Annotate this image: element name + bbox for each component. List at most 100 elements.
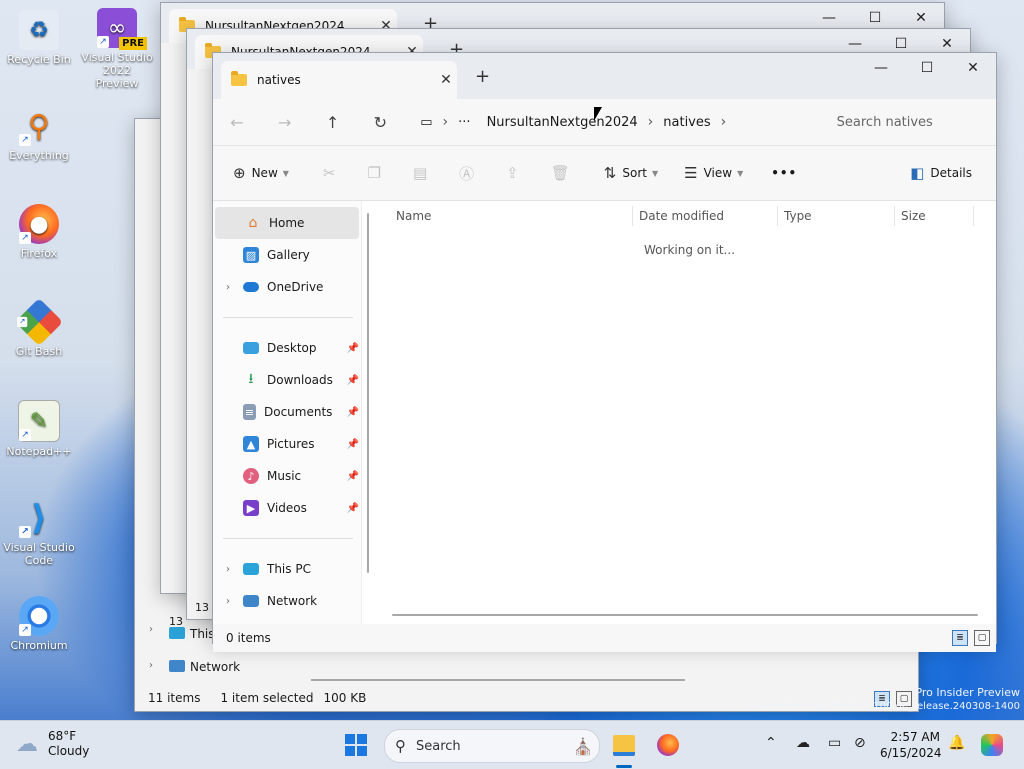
taskbar-search[interactable]: ⚲ Search ⛪ xyxy=(384,729,600,763)
desktop-icon-chromium[interactable]: ↗ Chromium xyxy=(3,596,75,652)
nav-item-music[interactable]: ♪ Music 📌 xyxy=(213,460,361,492)
desktop-icon-recycle-bin[interactable]: ♻ Recycle Bin xyxy=(3,10,75,66)
column-header-size[interactable]: Size xyxy=(895,206,974,226)
document-icon: ≡ xyxy=(243,404,256,420)
nav-item-videos[interactable]: ▶ Videos 📌 xyxy=(213,492,361,524)
details-view-icon[interactable]: ≣ xyxy=(952,630,968,646)
nav-item-pictures[interactable]: ▲ Pictures 📌 xyxy=(213,428,361,460)
taskbar-firefox[interactable] xyxy=(652,729,684,761)
desktop-icon-everything[interactable]: ⚲ ↗ Everything xyxy=(3,106,75,162)
desktop-icon-firefox[interactable]: ● ↗ Firefox xyxy=(3,204,75,260)
share-button[interactable]: ⇪ xyxy=(506,164,525,182)
minimize-icon[interactable]: — xyxy=(858,53,904,83)
pin-icon[interactable]: 📌 xyxy=(347,439,359,450)
nav-item-documents[interactable]: ≡ Documents 📌 xyxy=(213,396,361,428)
system-clock[interactable]: 2:57 AM 6/15/2024 xyxy=(880,729,942,761)
tab-title: natives xyxy=(257,73,301,87)
file-list[interactable]: Name Date modified Type Size Working on … xyxy=(362,201,996,624)
cut-button[interactable]: ✂ xyxy=(323,164,342,182)
weather-widget[interactable]: ☁ 68°F Cloudy xyxy=(16,729,89,759)
tiles-view-icon[interactable]: ▢ xyxy=(974,630,990,646)
network-status-icon[interactable]: ⊘ xyxy=(854,735,866,751)
nav-item-desktop[interactable]: Desktop 📌 xyxy=(213,332,361,364)
nav-label: Gallery xyxy=(267,248,310,262)
nav-item-home[interactable]: ⌂ Home xyxy=(215,207,359,239)
sort-button[interactable]: ⇅ Sort ▼ xyxy=(604,164,658,182)
forward-arrow-icon[interactable]: → xyxy=(261,113,309,132)
copilot-button[interactable] xyxy=(976,729,1008,761)
show-hidden-icons[interactable]: ⌃ xyxy=(765,735,777,751)
cloud-icon: ☁ xyxy=(16,731,38,757)
expand-chevron-icon[interactable]: › xyxy=(149,624,153,635)
monitor-icon[interactable]: ▭ xyxy=(420,115,432,130)
expand-chevron-icon[interactable]: › xyxy=(213,564,243,575)
shortcut-arrow-icon: ↗ xyxy=(19,624,31,636)
desktop-icon-label: Visual Studio 2022 Preview xyxy=(81,51,153,90)
onedrive-offline-icon[interactable]: ☁ xyxy=(796,735,810,751)
maximize-icon[interactable]: ☐ xyxy=(904,53,950,83)
tab-natives[interactable]: natives ✕ xyxy=(221,61,457,99)
nav-label: Pictures xyxy=(267,437,315,451)
column-header-name[interactable]: Name xyxy=(390,206,633,226)
chevron-right-icon[interactable]: › xyxy=(721,114,727,130)
rename-button[interactable]: Ⓐ xyxy=(459,163,480,184)
start-button[interactable] xyxy=(340,729,372,761)
nav-item-this-pc[interactable]: › This PC xyxy=(213,553,361,585)
up-arrow-icon[interactable]: ↑ xyxy=(309,113,357,132)
taskbar: ☁ 68°F Cloudy ⚲ Search ⛪ ⌃ ☁ ▭ ⊘ 2:57 AM… xyxy=(0,720,1024,769)
view-button[interactable]: ☰ View ▼ xyxy=(684,164,743,182)
nav-label: Downloads xyxy=(267,373,333,387)
expand-chevron-icon[interactable]: › xyxy=(213,282,243,293)
notification-bell-icon[interactable]: 🔔 xyxy=(948,735,965,751)
details-button[interactable]: ◧ Details xyxy=(910,164,972,182)
desktop-folder-icon xyxy=(243,342,259,354)
display-icon[interactable]: ▭ xyxy=(828,735,841,751)
nav-item-network[interactable]: Network xyxy=(190,660,240,674)
search-input[interactable]: Search natives xyxy=(825,106,996,138)
search-label: Search xyxy=(416,738,461,754)
back-arrow-icon[interactable]: ← xyxy=(213,113,261,132)
close-tab-icon[interactable]: ✕ xyxy=(435,72,457,88)
shortcut-arrow-icon: ↗ xyxy=(19,429,31,441)
explorer-window-natives[interactable]: natives ✕ + — ☐ ✕ ← → ↑ ↻ ▭ › ··· Nursul… xyxy=(212,52,997,652)
new-button[interactable]: ⊕ New ▼ xyxy=(233,164,289,182)
desktop-icon-notepadpp[interactable]: ✎ ↗ Notepad++ xyxy=(3,400,75,458)
pin-icon[interactable]: 📌 xyxy=(347,471,359,482)
desktop-icon-vscode[interactable]: ⟩ ↗ Visual Studio Code xyxy=(3,498,75,568)
expand-chevron-icon[interactable]: › xyxy=(213,596,243,607)
new-label: New xyxy=(251,166,278,180)
horizontal-scrollbar[interactable] xyxy=(311,679,685,681)
expand-chevron-icon[interactable]: › xyxy=(149,660,153,671)
cloud-icon xyxy=(243,282,259,292)
new-tab-icon[interactable]: + xyxy=(475,66,490,87)
breadcrumb-natives[interactable]: natives xyxy=(663,115,710,130)
close-icon[interactable]: ✕ xyxy=(950,53,996,83)
more-options-button[interactable]: ••• xyxy=(771,166,797,180)
breadcrumb-nursultan[interactable]: NursultanNextgen2024 xyxy=(487,115,638,130)
pin-icon[interactable]: 📌 xyxy=(347,375,359,386)
copy-button[interactable]: ❐ xyxy=(368,164,387,182)
chevron-right-icon[interactable]: › xyxy=(443,114,449,130)
pin-icon[interactable]: 📌 xyxy=(347,343,359,354)
desktop-icon-git-bash[interactable]: ↗ Git Bash xyxy=(3,297,75,358)
paste-button[interactable]: ▤ xyxy=(413,164,433,182)
delete-button[interactable]: 🗑 xyxy=(551,164,576,182)
nav-item-network[interactable]: › Network xyxy=(213,585,361,617)
desktop-icon-visual-studio[interactable]: ∞ PRE ↗ Visual Studio 2022 Preview xyxy=(81,8,153,90)
chevron-right-icon[interactable]: › xyxy=(648,114,654,130)
taskbar-file-explorer[interactable] xyxy=(608,729,640,761)
column-header-date-modified[interactable]: Date modified xyxy=(633,206,778,226)
column-header-type[interactable]: Type xyxy=(778,206,895,226)
nav-item-onedrive[interactable]: › OneDrive xyxy=(213,271,361,303)
pin-icon[interactable]: 📌 xyxy=(347,503,359,514)
refresh-icon[interactable]: ↻ xyxy=(356,113,404,132)
address-bar[interactable]: ▭ › ··· NursultanNextgen2024 › natives › xyxy=(412,106,812,138)
status-item-count-fragment: 13 xyxy=(169,615,183,628)
nav-item-gallery[interactable]: ▨ Gallery xyxy=(213,239,361,271)
preview-badge: PRE xyxy=(119,37,147,50)
ellipsis-icon[interactable]: ··· xyxy=(458,115,470,130)
pin-icon[interactable]: 📌 xyxy=(347,407,359,418)
chevron-down-icon: ▼ xyxy=(282,168,289,178)
horizontal-scrollbar[interactable] xyxy=(392,614,978,616)
nav-item-downloads[interactable]: ⭳ Downloads 📌 xyxy=(213,364,361,396)
